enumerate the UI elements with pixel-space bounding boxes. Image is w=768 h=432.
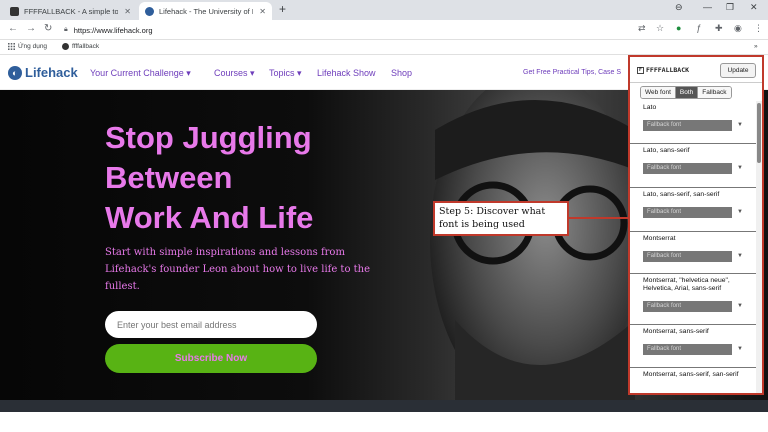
- puzzle-extensions-icon[interactable]: ✚: [715, 23, 723, 34]
- nav-courses[interactable]: Courses ▾: [214, 68, 255, 79]
- font-stack-label: Montserrat, sans-serif: [643, 328, 709, 335]
- font-mode-toggle: Web font Both Fallback: [640, 86, 732, 99]
- back-arrow-icon[interactable]: ←: [8, 23, 18, 34]
- bookmark-label: Ứng dụng: [18, 43, 48, 50]
- lifehack-favicon-icon: [145, 6, 154, 16]
- font-stack-label: Lato: [643, 104, 657, 111]
- panel-scrollbar[interactable]: [756, 101, 762, 393]
- dropdown-caret-icon[interactable]: ▼: [737, 346, 743, 352]
- address-bar[interactable]: 🔒︎ https://www.lifehack.org: [64, 23, 624, 37]
- fallback-font-select[interactable]: Fallback font: [643, 207, 732, 218]
- font-stack-label: Montserrat, sans-serif, san-serif: [643, 371, 739, 378]
- nav-topics[interactable]: Topics ▾: [269, 68, 302, 79]
- nav-shop[interactable]: Shop: [391, 68, 412, 78]
- hero-headline: Stop Juggling Between Work And Life: [105, 118, 405, 238]
- tab-fallback[interactable]: Fallback: [698, 87, 731, 98]
- kebab-menu-icon[interactable]: ⋮: [754, 23, 763, 34]
- tab-strip: FFFFALLBACK - A simple tool for ✕ Lifeha…: [0, 0, 768, 20]
- tab-title: Lifehack - The University of Life: [159, 6, 253, 16]
- font-row: Montserrat, sans-serif Fallback font ▼: [630, 325, 756, 368]
- globe-icon: [62, 43, 69, 50]
- hero-portrait-image: [430, 90, 640, 400]
- bookmarks-overflow-icon[interactable]: »: [754, 43, 758, 50]
- fallback-font-select[interactable]: Fallback font: [643, 251, 732, 262]
- ffffallback-favicon-icon: [10, 6, 19, 16]
- dropdown-caret-icon[interactable]: ▼: [737, 165, 743, 171]
- minimize-icon[interactable]: —: [703, 2, 712, 12]
- account-avatar-icon[interactable]: ◉: [734, 23, 742, 34]
- panel-title: F FFFFALLBACK: [637, 66, 689, 74]
- tab-web-font[interactable]: Web font: [641, 87, 676, 98]
- bookmark-ffffallback[interactable]: ffffallback: [62, 43, 99, 50]
- hero-bottom-band: [0, 400, 768, 412]
- panel-header: F FFFFALLBACK Update: [630, 57, 762, 83]
- font-stack-label: Montserrat, "helvetica neue", Helvetica,…: [643, 277, 730, 292]
- nav-lifehack-show[interactable]: Lifehack Show: [317, 68, 376, 78]
- font-stack-label: Lato, sans-serif: [643, 147, 690, 154]
- extension-circle-icon[interactable]: ●: [676, 23, 681, 33]
- lifehack-logo[interactable]: ◐ Lifehack: [8, 65, 78, 80]
- nav-current-challenge[interactable]: Your Current Challenge ▾: [90, 68, 191, 79]
- screen: FFFFALLBACK - A simple tool for ✕ Lifeha…: [0, 0, 768, 412]
- tab-close-icon[interactable]: ✕: [124, 7, 131, 16]
- forward-arrow-icon[interactable]: →: [26, 23, 36, 34]
- font-row: Montserrat, "helvetica neue", Helvetica,…: [630, 274, 756, 325]
- subscribe-button[interactable]: Subscribe Now: [105, 344, 317, 373]
- logo-text: Lifehack: [25, 65, 78, 80]
- update-button[interactable]: Update: [720, 63, 756, 78]
- profile-icon[interactable]: ⊖: [675, 2, 683, 13]
- dropdown-caret-icon[interactable]: ▼: [737, 209, 743, 215]
- tab-lifehack[interactable]: Lifehack - The University of Life ✕: [139, 2, 272, 20]
- lock-icon: 🔒︎: [64, 26, 68, 33]
- callout-connector-line: [569, 217, 629, 219]
- font-row: Lato Fallback font ▼: [630, 101, 756, 144]
- email-input[interactable]: [105, 311, 317, 338]
- font-stack-label: Montserrat: [643, 235, 676, 242]
- scrollbar-thumb[interactable]: [757, 103, 761, 163]
- dropdown-caret-icon[interactable]: ▼: [737, 303, 743, 309]
- reload-icon[interactable]: ↻: [44, 23, 52, 34]
- dropdown-caret-icon[interactable]: ▼: [737, 253, 743, 259]
- headline-line: Between: [105, 160, 233, 195]
- bookmark-label: ffffallback: [72, 43, 100, 50]
- tab-title: FFFFALLBACK - A simple tool for: [24, 6, 119, 16]
- hero-lead-text: Start with simple inspirations and lesso…: [105, 247, 371, 292]
- dropdown-caret-icon[interactable]: ▼: [737, 122, 743, 128]
- headline-line: Work And Life: [105, 200, 314, 235]
- bookmark-star-icon[interactable]: ☆: [656, 23, 664, 34]
- bookmarks-bar: Ứng dụng ffffallback »: [0, 40, 768, 55]
- font-row: Lato, sans-serif Fallback font ▼: [630, 144, 756, 188]
- new-tab-button[interactable]: +: [279, 2, 286, 16]
- tab-both[interactable]: Both: [675, 87, 699, 98]
- ffffallback-logo-icon: F: [637, 66, 644, 74]
- font-extension-icon[interactable]: ƒ: [696, 23, 701, 33]
- fallback-font-select[interactable]: Fallback font: [643, 301, 732, 312]
- panel-title-text: FFFFALLBACK: [646, 66, 690, 74]
- headline-line: Stop Juggling: [105, 120, 312, 155]
- font-stack-label: Lato, sans-serif, san-serif: [643, 191, 720, 198]
- fallback-font-select[interactable]: Fallback font: [643, 344, 732, 355]
- url-text: https://www.lifehack.org: [73, 25, 153, 35]
- tutorial-callout: Step 5: Discover what font is being used: [433, 201, 569, 236]
- maximize-icon[interactable]: ❐: [726, 2, 734, 13]
- logo-icon: ◐: [8, 65, 22, 80]
- window-close-icon[interactable]: ✕: [750, 2, 758, 13]
- font-row: Montserrat, sans-serif, san-serif: [630, 368, 756, 393]
- apps-grid-icon: [8, 43, 15, 50]
- font-row: Lato, sans-serif, san-serif Fallback fon…: [630, 188, 756, 232]
- promo-link[interactable]: Get Free Practical Tips, Case S: [523, 69, 621, 76]
- toolbar: ← → ↻ 🔒︎ https://www.lifehack.org ⇄ ☆ ● …: [0, 20, 768, 40]
- ffffallback-panel: F FFFFALLBACK Update Web font Both Fallb…: [628, 55, 764, 395]
- bookmark-apps[interactable]: Ứng dụng: [8, 43, 47, 50]
- fallback-font-select[interactable]: Fallback font: [643, 120, 732, 131]
- translate-icon[interactable]: ⇄: [638, 23, 646, 34]
- tab-ffffallback[interactable]: FFFFALLBACK - A simple tool for ✕: [4, 2, 137, 20]
- font-row: Montserrat Fallback font ▼: [630, 232, 756, 274]
- fallback-font-select[interactable]: Fallback font: [643, 163, 732, 174]
- tab-close-icon[interactable]: ✕: [259, 7, 266, 16]
